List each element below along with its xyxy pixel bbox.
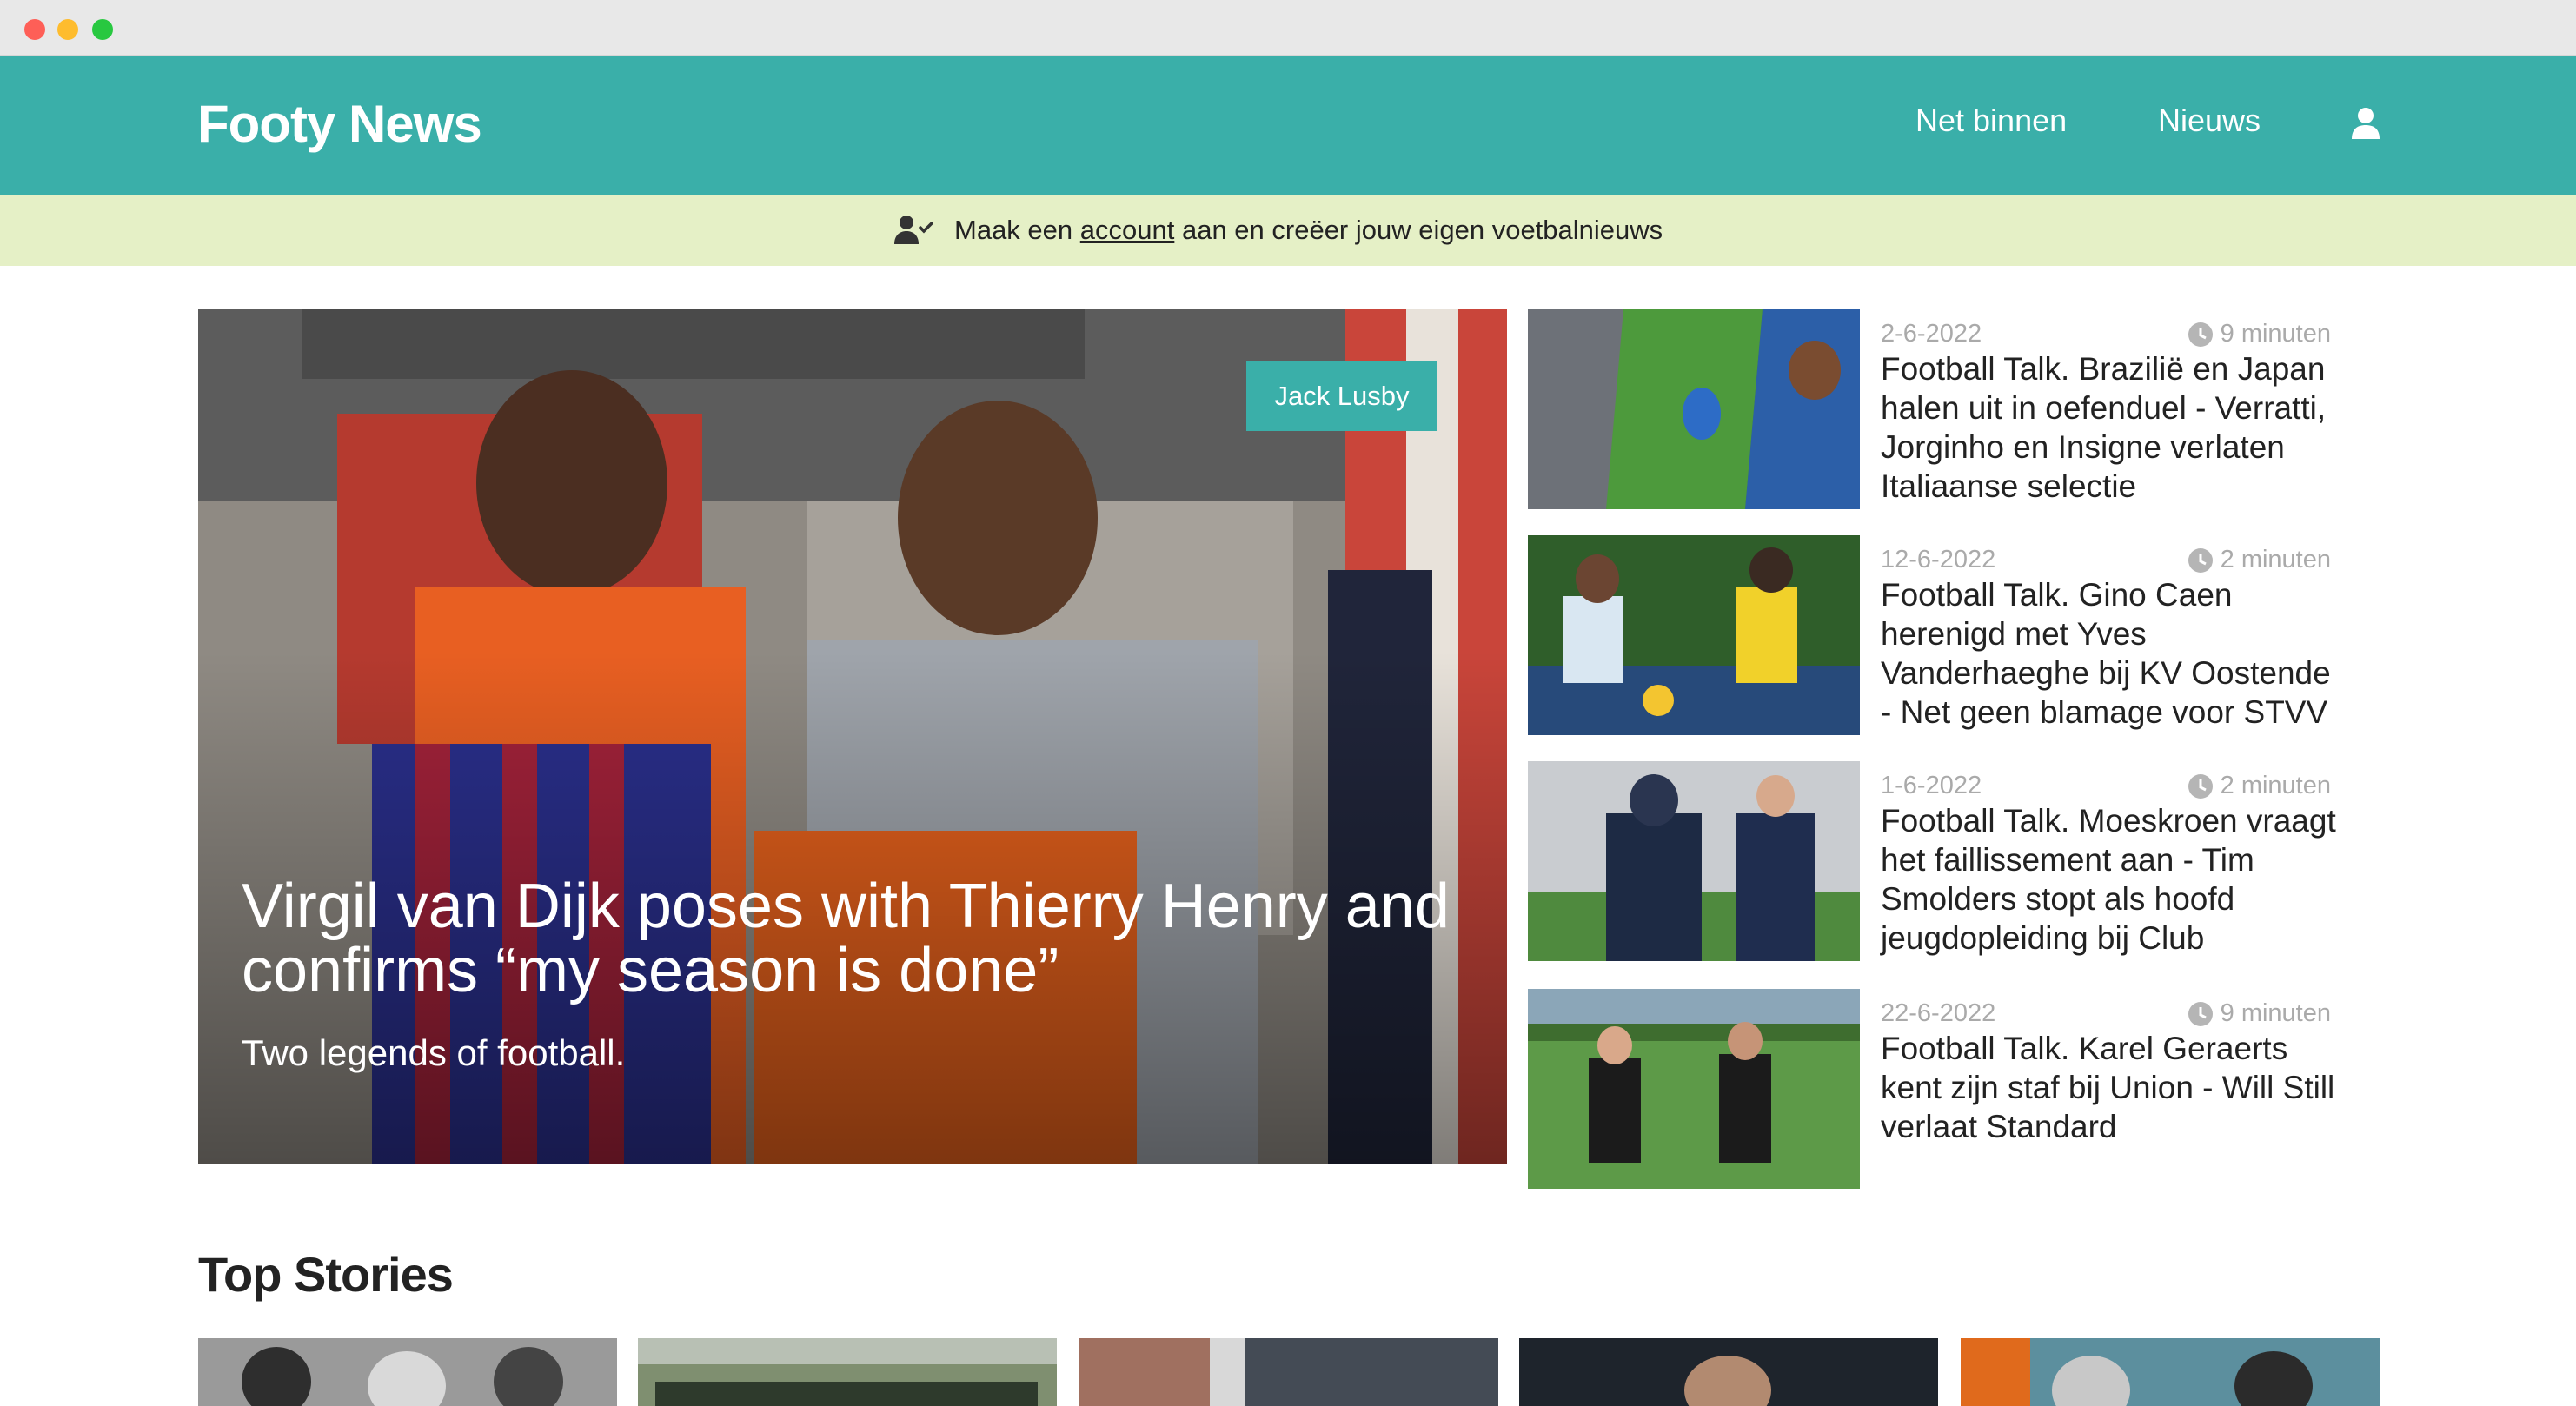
site-header: Footy News Net binnen Nieuws	[0, 56, 2576, 195]
top-stories-heading: Top Stories	[198, 1247, 454, 1302]
banner-text: Maak een account aan en creëer jouw eige…	[954, 215, 1663, 245]
user-check-icon	[894, 216, 933, 244]
article-title[interactable]: Football Talk. Moeskroen vraagt het fail…	[1881, 801, 2350, 958]
article-title[interactable]: Football Talk. Brazilië en Japan halen u…	[1881, 349, 2350, 506]
article-meta: 22-6-2022 9 minuten	[1881, 996, 2355, 1031]
article-meta: 2-6-2022 9 minuten	[1881, 316, 2355, 351]
window-close-button[interactable]	[24, 19, 45, 40]
window-minimize-button[interactable]	[57, 19, 78, 40]
list-item[interactable]: 1-6-2022 2 minuten Football Talk. Moeskr…	[1528, 761, 2362, 961]
article-thumbnail	[1528, 309, 1860, 509]
story-card[interactable]	[198, 1338, 617, 1406]
list-item[interactable]: 2-6-2022 9 minuten Football Talk. Brazil…	[1528, 309, 2362, 509]
story-card[interactable]	[1519, 1338, 1938, 1406]
story-card[interactable]	[1961, 1338, 2380, 1406]
clock-icon	[2188, 1001, 2213, 1026]
article-thumbnail	[1528, 761, 1860, 961]
article-thumbnail	[1528, 535, 1860, 735]
clock-icon	[2188, 322, 2213, 347]
article-title[interactable]: Football Talk. Karel Geraerts kent zijn …	[1881, 1029, 2350, 1146]
story-card[interactable]	[638, 1338, 1057, 1406]
article-thumbnail	[1528, 989, 1860, 1189]
article-date: 1-6-2022	[1881, 772, 1982, 799]
list-item[interactable]: 12-6-2022 2 minuten Football Talk. Gino …	[1528, 535, 2362, 735]
window-maximize-button[interactable]	[92, 19, 113, 40]
list-item[interactable]: 22-6-2022 9 minuten Football Talk. Karel…	[1528, 989, 2362, 1189]
hero-article[interactable]: Jack Lusby Virgil van Dijk poses with Th…	[198, 309, 1507, 1164]
nav-link-nieuws[interactable]: Nieuws	[2158, 103, 2261, 139]
browser-titlebar	[0, 0, 2576, 56]
site-logo[interactable]: Footy News	[197, 94, 482, 154]
account-link[interactable]: account	[1080, 215, 1175, 245]
article-read-time: 2 minuten	[2220, 546, 2331, 574]
author-badge[interactable]: Jack Lusby	[1246, 361, 1437, 431]
nav-link-net-binnen[interactable]: Net binnen	[1915, 103, 2067, 139]
clock-icon	[2188, 547, 2213, 573]
hero-subtitle: Two legends of football.	[242, 1032, 626, 1073]
article-meta: 12-6-2022 2 minuten	[1881, 542, 2355, 577]
user-icon[interactable]	[2349, 106, 2382, 141]
article-date: 22-6-2022	[1881, 999, 1996, 1027]
article-read-time: 9 minuten	[2220, 320, 2331, 348]
article-read-time: 9 minuten	[2220, 999, 2331, 1027]
top-stories-row	[198, 1338, 2380, 1406]
article-meta: 1-6-2022 2 minuten	[1881, 768, 2355, 803]
clock-icon	[2188, 773, 2213, 799]
article-read-time: 2 minuten	[2220, 772, 2331, 799]
article-title[interactable]: Football Talk. Gino Caen herenigd met Yv…	[1881, 575, 2350, 732]
account-banner: Maak een account aan en creëer jouw eige…	[0, 195, 2576, 266]
hero-title[interactable]: Virgil van Dijk poses with Thierry Henry…	[242, 874, 1458, 1003]
article-date: 2-6-2022	[1881, 320, 1982, 348]
story-card[interactable]	[1079, 1338, 1498, 1406]
article-date: 12-6-2022	[1881, 546, 1996, 574]
